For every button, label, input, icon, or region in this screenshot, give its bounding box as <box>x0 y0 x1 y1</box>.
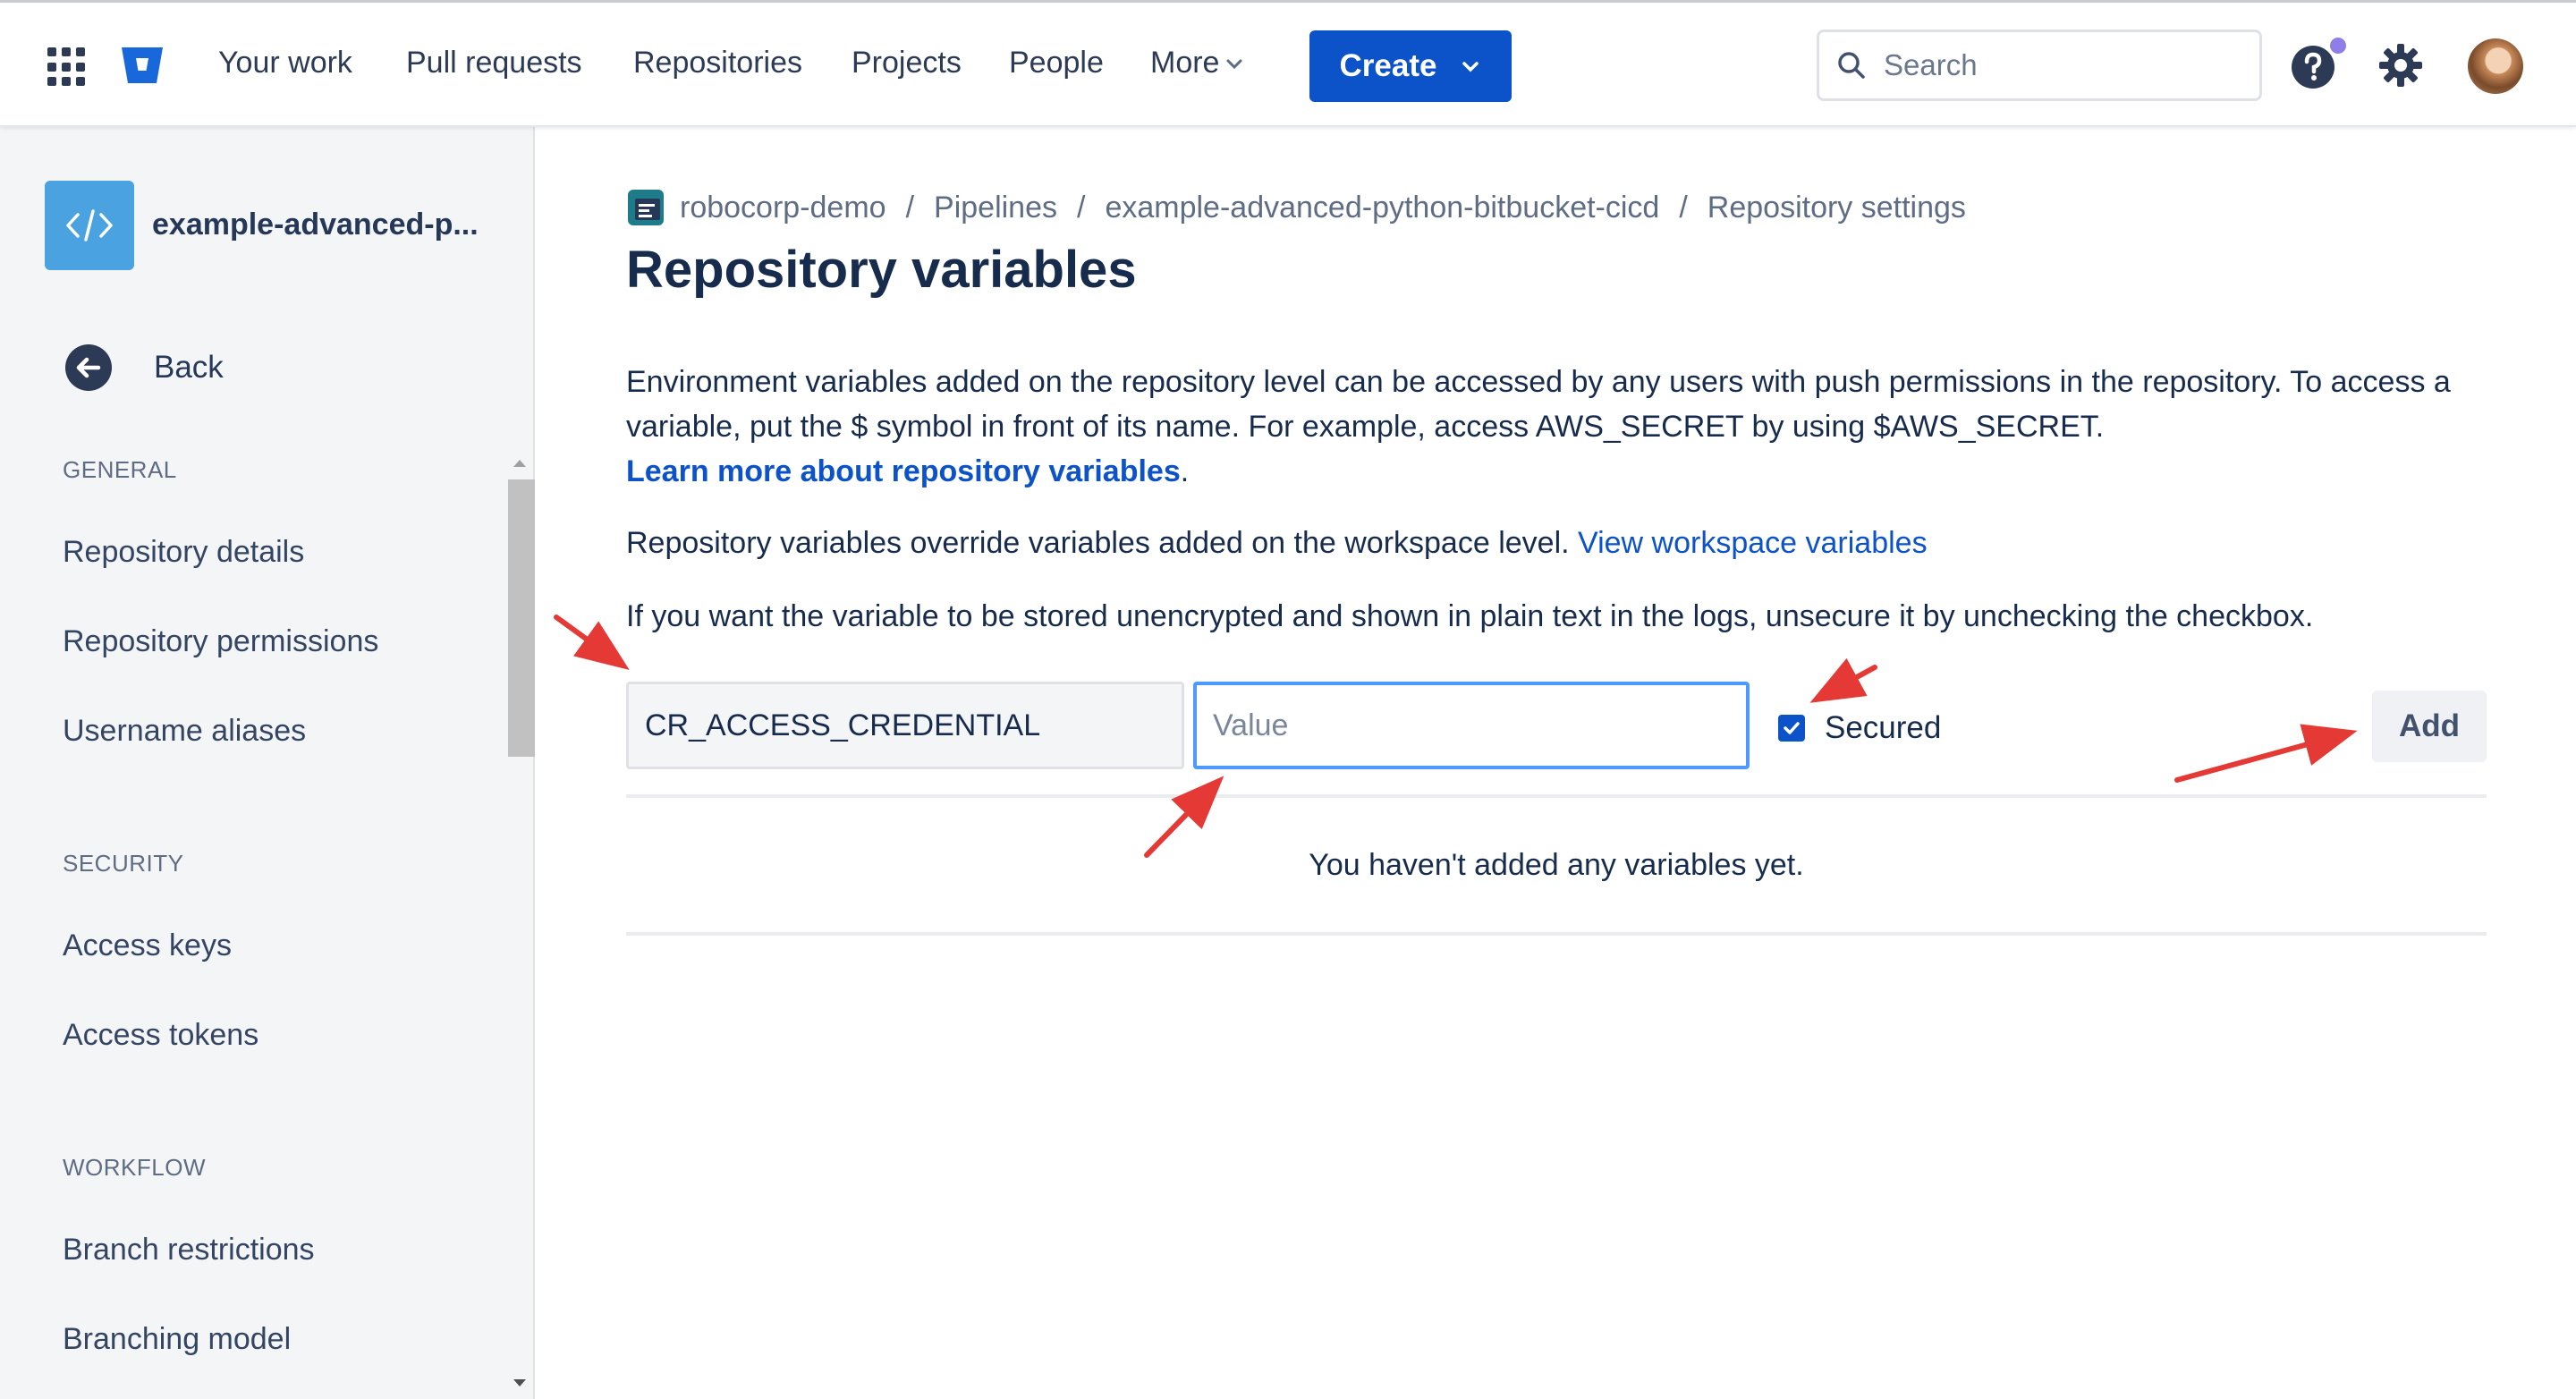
learn-more-link[interactable]: Learn more about repository variables <box>626 454 1181 488</box>
annotation-arrow-secured <box>1809 657 1877 703</box>
learn-more-suffix: . <box>1180 454 1190 488</box>
nav-repositories[interactable]: Repositories <box>633 46 802 81</box>
arrow-left-icon <box>65 344 112 391</box>
sidebar-item-branch-restrictions[interactable]: Branch restrictions <box>63 1233 315 1268</box>
sidebar-item-access-tokens[interactable]: Access tokens <box>63 1018 258 1053</box>
create-button-label: Create <box>1339 48 1437 83</box>
chevron-down-icon <box>1226 59 1242 69</box>
checkbox-checked[interactable] <box>1778 715 1805 742</box>
search-input[interactable] <box>1884 48 2224 82</box>
sidebar-item-repository-permissions[interactable]: Repository permissions <box>63 624 378 659</box>
check-icon <box>1784 722 1800 734</box>
description-text: Environment variables added on the repos… <box>626 365 2451 444</box>
notification-dot <box>2330 38 2346 54</box>
scrollbar-down-arrow[interactable] <box>513 1379 526 1386</box>
help-icon[interactable] <box>2290 44 2336 90</box>
scrollbar-thumb[interactable] <box>508 479 535 757</box>
sidebar-item-repository-details[interactable]: Repository details <box>63 535 304 570</box>
nav-your-work[interactable]: Your work <box>218 46 352 81</box>
breadcrumb: robocorp-demo / Pipelines / example-adva… <box>628 190 1966 225</box>
page-title: Repository variables <box>626 241 1137 299</box>
nav-projects[interactable]: Projects <box>852 46 962 81</box>
add-button[interactable]: Add <box>2372 691 2487 762</box>
sidebar-item-username-aliases[interactable]: Username aliases <box>63 714 306 749</box>
variable-value-input[interactable] <box>1193 682 1750 769</box>
section-title-workflow: WORKFLOW <box>63 1154 206 1181</box>
divider <box>626 932 2487 936</box>
breadcrumb-pipelines[interactable]: Pipelines <box>934 191 1057 225</box>
sidebar-item-access-keys[interactable]: Access keys <box>63 928 232 963</box>
bitbucket-logo-icon[interactable] <box>120 44 165 87</box>
avatar[interactable] <box>2468 38 2523 94</box>
repo-name[interactable]: example-advanced-p... <box>152 208 479 242</box>
gear-icon[interactable] <box>2377 42 2424 89</box>
divider <box>626 794 2487 798</box>
breadcrumb-separator: / <box>905 190 915 225</box>
breadcrumb-workspace[interactable]: robocorp-demo <box>680 191 886 225</box>
variable-name-input[interactable] <box>626 682 1184 769</box>
code-icon[interactable] <box>45 181 134 270</box>
annotation-arrow-add <box>2174 724 2358 783</box>
secured-checkbox[interactable]: Secured <box>1778 710 1941 746</box>
app-switcher-icon[interactable] <box>47 47 87 87</box>
view-workspace-variables-link[interactable]: View workspace variables <box>1578 526 1928 560</box>
scrollbar-up-arrow[interactable] <box>513 460 526 467</box>
breadcrumb-separator: / <box>1077 190 1086 225</box>
top-navigation: Your work Pull requests Repositories Pro… <box>0 0 2576 127</box>
section-title-general: GENERAL <box>63 456 177 483</box>
section-title-security: SECURITY <box>63 850 184 877</box>
override-paragraph: Repository variables override variables … <box>626 521 1928 565</box>
sidebar-item-branching-model[interactable]: Branching model <box>63 1322 291 1357</box>
chevron-down-icon <box>1462 62 1479 72</box>
nav-people[interactable]: People <box>1009 46 1104 81</box>
sidebar: example-advanced-p... Back GENERAL Repos… <box>0 127 535 1399</box>
nav-pull-requests[interactable]: Pull requests <box>406 46 582 81</box>
breadcrumb-separator: / <box>1679 190 1688 225</box>
secured-label: Secured <box>1825 710 1942 745</box>
search-box[interactable] <box>1817 30 2262 101</box>
back-label: Back <box>154 350 224 385</box>
breadcrumb-repository-settings[interactable]: Repository settings <box>1707 191 1966 225</box>
empty-state-message: You haven't added any variables yet. <box>1309 848 1804 882</box>
nav-more[interactable]: More <box>1150 46 1244 81</box>
annotation-arrow-name <box>554 615 630 671</box>
workspace-icon <box>628 190 664 225</box>
create-button[interactable]: Create <box>1309 30 1512 102</box>
breadcrumb-repository[interactable]: example-advanced-python-bitbucket-cicd <box>1105 191 1659 225</box>
search-icon <box>1838 52 1865 79</box>
override-text: Repository variables override variables … <box>626 526 1570 560</box>
back-button[interactable]: Back <box>64 343 224 392</box>
description-paragraph: Environment variables added on the repos… <box>626 360 2496 494</box>
unsecure-paragraph: If you want the variable to be stored un… <box>626 599 2314 633</box>
nav-more-label: More <box>1150 46 1220 80</box>
